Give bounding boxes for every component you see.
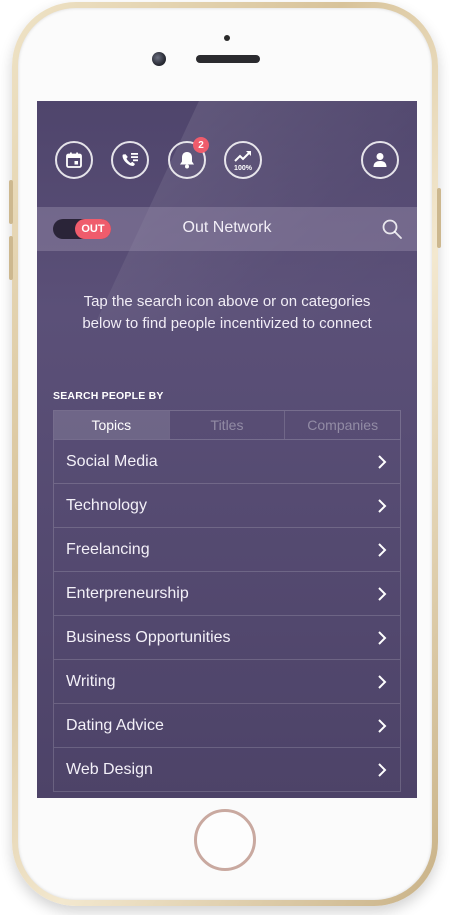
tab-titles[interactable]: Titles	[168, 411, 285, 439]
power-button	[437, 188, 441, 248]
notification-badge: 2	[193, 137, 209, 153]
topics-list: Social Media Technology Freelancing Ente…	[53, 440, 401, 792]
list-item-label: Enterpreneurship	[66, 584, 189, 602]
home-button[interactable]	[194, 809, 256, 871]
growth-button[interactable]: 100%	[224, 141, 262, 179]
top-toolbar: 2 100%	[37, 101, 417, 207]
chevron-right-icon	[378, 630, 387, 645]
profile-icon	[373, 153, 387, 167]
proximity-sensor	[224, 35, 230, 41]
phone-list-icon	[122, 153, 138, 166]
volume-up-button	[9, 180, 13, 224]
calls-button[interactable]	[111, 141, 149, 179]
app-screen: 2 100% OUT Out Network Tap the search ic…	[37, 101, 417, 798]
calendar-icon	[66, 152, 82, 168]
earpiece-speaker	[196, 55, 260, 63]
volume-down-button	[9, 236, 13, 280]
search-tabs: Topics Titles Companies	[53, 410, 401, 440]
chevron-right-icon	[378, 542, 387, 557]
front-camera	[152, 52, 166, 66]
chevron-right-icon	[378, 718, 387, 733]
list-item[interactable]: Web Design	[53, 748, 401, 792]
calendar-button[interactable]	[55, 141, 93, 179]
list-item-label: Social Media	[66, 452, 158, 470]
list-item-label: Technology	[66, 496, 147, 514]
network-bar: OUT Out Network	[37, 207, 417, 251]
list-item[interactable]: Technology	[53, 484, 401, 528]
tab-companies[interactable]: Companies	[284, 411, 400, 439]
profile-button[interactable]	[361, 141, 399, 179]
list-item[interactable]: Freelancing	[53, 528, 401, 572]
chevron-right-icon	[378, 586, 387, 601]
chevron-right-icon	[378, 762, 387, 777]
list-item[interactable]: Dating Advice	[53, 704, 401, 748]
bell-icon	[180, 152, 194, 169]
chevron-right-icon	[378, 454, 387, 469]
list-item[interactable]: Business Opportunities	[53, 616, 401, 660]
notifications-button[interactable]: 2	[168, 137, 209, 179]
tab-topics[interactable]: Topics	[54, 411, 169, 439]
list-item-label: Dating Advice	[66, 716, 164, 734]
list-item-label: Writing	[66, 672, 116, 690]
chevron-right-icon	[378, 498, 387, 513]
list-item[interactable]: Social Media	[53, 440, 401, 484]
section-label: SEARCH PEOPLE BY	[53, 390, 164, 402]
list-item[interactable]: Writing	[53, 660, 401, 704]
list-item[interactable]: Enterpreneurship	[53, 572, 401, 616]
list-item-label: Freelancing	[66, 540, 150, 558]
trending-up-icon	[234, 151, 251, 162]
list-item-label: Web Design	[66, 760, 153, 778]
search-icon[interactable]	[381, 218, 403, 240]
growth-percent: 100%	[234, 165, 252, 172]
network-title: Out Network	[182, 219, 272, 236]
chevron-right-icon	[378, 674, 387, 689]
list-item-label: Business Opportunities	[66, 628, 231, 646]
intro-text: Tap the search icon above or on categori…	[82, 293, 372, 332]
